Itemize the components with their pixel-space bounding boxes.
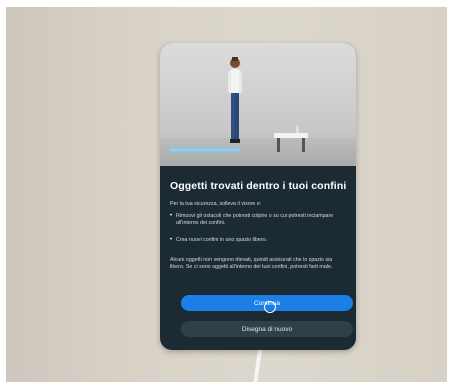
pointer-cursor: [264, 301, 276, 313]
list-item-text: Crea nuovi confini in uno spazio libero.: [176, 237, 267, 243]
dialog-note: Alcuni oggetti non vengono rilevati, qui…: [170, 257, 333, 271]
list-item-text: Rimuovi gli ostacoli che potresti colpir…: [176, 213, 334, 227]
stool-object: [274, 126, 308, 152]
passthrough-background: Oggetti trovati dentro i tuoi confini Pe…: [6, 7, 447, 382]
list-item: • Crea nuovi confini in uno spazio liber…: [170, 237, 342, 244]
list-item: • Rimuovi gli ostacoli che potresti colp…: [170, 213, 342, 227]
boundary-illustration: [160, 43, 356, 166]
person-figure: [228, 57, 242, 143]
dialog-title: Oggetti trovati dentro i tuoi confini: [170, 180, 347, 192]
floor: [160, 138, 356, 166]
redraw-button[interactable]: Disegna di nuovo: [181, 321, 353, 337]
dialog-intro: Per la tua sicurezza, solleva il visore …: [170, 201, 262, 207]
